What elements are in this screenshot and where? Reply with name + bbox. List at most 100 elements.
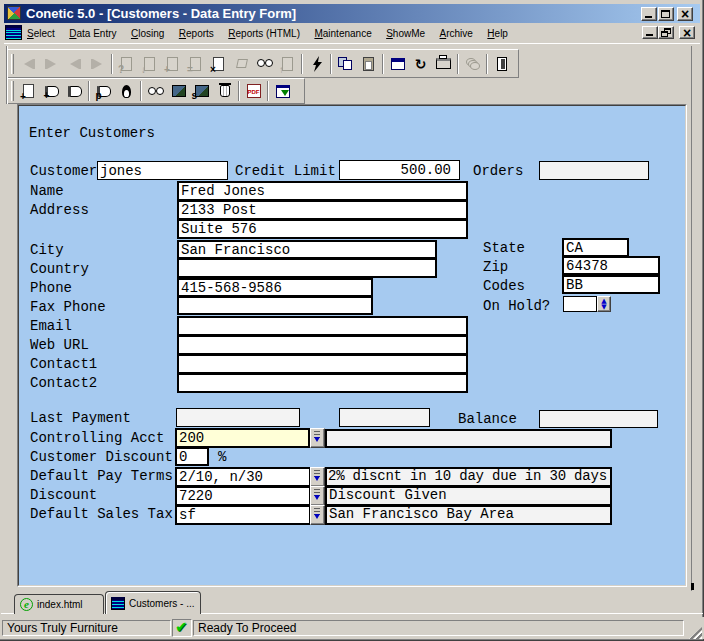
doc-copy-button[interactable] <box>184 53 207 75</box>
trash-button[interactable] <box>213 80 236 102</box>
export-button[interactable] <box>271 80 294 102</box>
contact2-input[interactable] <box>177 373 468 393</box>
search-button[interactable] <box>253 53 276 75</box>
default-pay-terms-input[interactable] <box>175 467 311 487</box>
state-input[interactable] <box>562 238 629 257</box>
toolbar-gripper-2[interactable] <box>11 81 14 101</box>
country-input[interactable] <box>177 258 437 278</box>
percent-label: % <box>218 449 226 465</box>
nav-prev-button[interactable] <box>63 53 86 75</box>
tab-index-html[interactable]: e index.html <box>14 594 104 614</box>
copy-button[interactable] <box>334 53 357 75</box>
menu-select[interactable]: Select <box>22 24 60 44</box>
doc-new-button[interactable] <box>17 80 40 102</box>
default-sales-tax-lookup-button[interactable] <box>310 505 325 525</box>
menu-showme[interactable]: ShowMe <box>381 24 430 44</box>
default-pay-terms-lookup-button[interactable] <box>310 467 325 487</box>
nav-back-icon <box>24 59 33 69</box>
status-message: Ready To Proceed <box>193 620 684 636</box>
codes-input[interactable] <box>562 275 660 294</box>
image-save-button[interactable] <box>190 80 213 102</box>
default-sales-tax-input[interactable] <box>175 505 311 525</box>
print-icon <box>436 58 451 69</box>
menu-maintenance[interactable]: Maintenance <box>309 24 376 44</box>
menu-reports-html[interactable]: Reports (HTML) <box>223 24 305 44</box>
phone-input[interactable] <box>177 278 373 297</box>
credit-limit-input[interactable] <box>339 160 460 180</box>
maximize-button[interactable] <box>658 7 674 21</box>
web-url-input[interactable] <box>177 335 468 355</box>
image-icon <box>172 85 186 97</box>
menu-help[interactable]: Help <box>482 24 513 44</box>
lightning-button[interactable] <box>305 53 328 75</box>
mdi-document-icon[interactable] <box>5 25 22 40</box>
print-button[interactable] <box>432 53 455 75</box>
layers-button[interactable] <box>461 53 484 75</box>
form-panel: Enter Customers Customer Credit Limit Or… <box>17 104 687 587</box>
book-add-button[interactable] <box>40 80 63 102</box>
menu-reports[interactable]: Reports <box>174 24 219 44</box>
penguin-button[interactable] <box>115 80 138 102</box>
controlling-acct-lookup-button[interactable] <box>310 428 325 448</box>
nav-next-button[interactable] <box>86 53 109 75</box>
codes-label: Codes <box>483 278 525 294</box>
on-hold-spinner[interactable] <box>597 296 611 312</box>
menu-closing[interactable]: Closing <box>126 24 169 44</box>
address-input-2[interactable] <box>177 219 468 239</box>
discount-label: Discount <box>30 487 97 503</box>
doc-copy-icon <box>190 57 201 71</box>
menu-data-entry[interactable]: Data Entry <box>64 24 121 44</box>
toolbar-gripper[interactable] <box>11 54 14 74</box>
customer-input[interactable] <box>97 161 228 180</box>
status-company: Yours Truly Furniture <box>2 620 171 636</box>
search2-button[interactable] <box>144 80 167 102</box>
tab-index-html-label: index.html <box>37 599 83 610</box>
close-icon: × <box>678 8 692 20</box>
mdi-minimize-button[interactable] <box>642 26 658 39</box>
doc-up-button[interactable] <box>276 53 299 75</box>
address-input-1[interactable] <box>177 200 468 220</box>
credit-limit-label: Credit Limit <box>235 163 336 179</box>
mdi-close-button[interactable]: × <box>679 26 695 39</box>
discount-input[interactable] <box>175 486 311 506</box>
fax-phone-input[interactable] <box>177 296 373 315</box>
default-pay-terms-label: Default Pay Terms <box>30 468 173 484</box>
cube-button[interactable] <box>230 53 253 75</box>
discount-lookup-button[interactable] <box>310 486 325 506</box>
zip-input[interactable] <box>562 256 660 275</box>
contact1-input[interactable] <box>177 354 468 374</box>
menu-bar-highlight <box>4 43 700 44</box>
customer-discount-input[interactable] <box>175 447 209 466</box>
export-icon <box>276 85 290 98</box>
zip-label: Zip <box>483 259 508 275</box>
title-bar: Conetic 5.0 - [Customers - Data Entry Fo… <box>4 4 700 23</box>
city-input[interactable] <box>177 240 437 259</box>
tab-customers[interactable]: Customers - ... <box>105 591 201 614</box>
paste-button[interactable] <box>357 53 380 75</box>
email-input[interactable] <box>177 316 468 336</box>
book-print-button[interactable] <box>92 80 115 102</box>
form-background: Enter Customers Customer Credit Limit Or… <box>18 105 686 586</box>
close-button[interactable]: × <box>677 7 693 21</box>
nav-back-button[interactable] <box>17 53 40 75</box>
name-label: Name <box>30 183 64 199</box>
book-open-button[interactable] <box>63 80 86 102</box>
nav-forward-button[interactable] <box>40 53 63 75</box>
doc-find-button[interactable] <box>115 53 138 75</box>
name-input[interactable] <box>177 181 468 201</box>
exit-button[interactable] <box>490 53 513 75</box>
doc-save-button[interactable] <box>138 53 161 75</box>
image-button[interactable] <box>167 80 190 102</box>
doc-find-icon <box>121 57 132 71</box>
fax-phone-label: Fax Phone <box>30 299 106 315</box>
mdi-restore-button[interactable] <box>658 26 674 39</box>
pdf-button[interactable] <box>242 80 265 102</box>
doc-add-button[interactable] <box>161 53 184 75</box>
form-window-button[interactable] <box>386 53 409 75</box>
doc-delete-button[interactable] <box>207 53 230 75</box>
on-hold-input[interactable] <box>563 296 597 312</box>
refresh-button[interactable]: ↻ <box>409 53 432 75</box>
minimize-button[interactable] <box>641 7 657 21</box>
controlling-acct-input[interactable] <box>175 428 310 448</box>
menu-archive[interactable]: Archive <box>435 24 478 44</box>
